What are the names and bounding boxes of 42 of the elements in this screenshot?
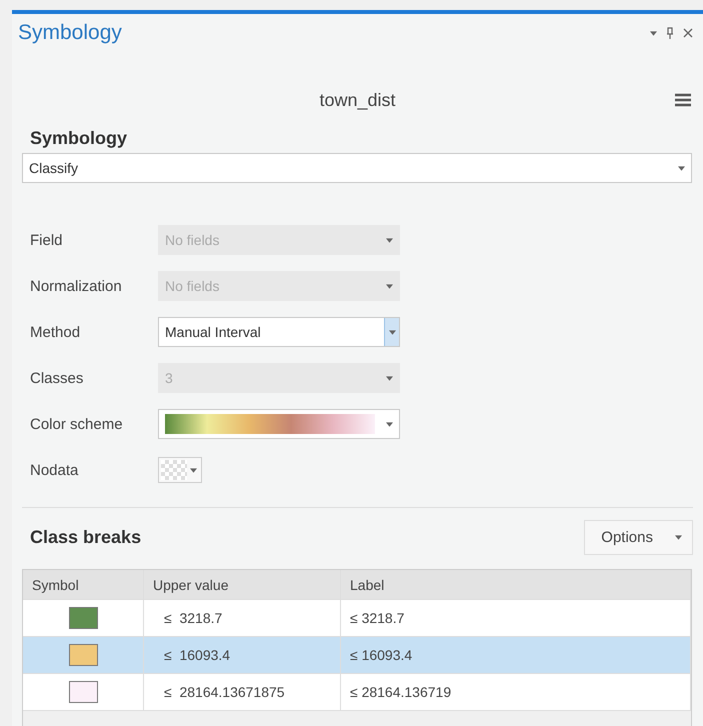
symbol-swatch[interactable] (68, 681, 98, 703)
field-label: Color scheme (29, 416, 124, 432)
caret-icon (384, 318, 399, 346)
table-row[interactable]: ≤ 3218.7 ≤ 3218.7 (23, 600, 691, 637)
section-heading: Class breaks (30, 527, 142, 548)
field-label: Nodata (29, 462, 80, 478)
table-cell: ≤ 3218.7 (144, 600, 341, 636)
layer-name: town_dist (319, 90, 396, 110)
menu-caret-icon[interactable] (650, 30, 657, 36)
table-cell: ≤ 28164.13671875 (144, 674, 341, 710)
section-heading: Symbology (30, 128, 128, 149)
caret-icon (678, 166, 685, 170)
options-button[interactable]: Options (584, 520, 693, 555)
pin-icon[interactable] (666, 27, 674, 39)
caret-icon (675, 535, 682, 540)
table-row[interactable]: ≤ 28164.13671875 ≤ 28164.136719 (23, 674, 691, 711)
field-label: Field (29, 232, 64, 248)
pane-title: Symbology (18, 21, 122, 45)
dropdown[interactable]: Manual Interval (158, 317, 400, 347)
symbol-swatch[interactable] (68, 644, 98, 666)
menu-icon[interactable] (675, 93, 691, 107)
field-label: Method (29, 324, 82, 340)
table-cell: ≤ 16093.4 (144, 637, 341, 673)
symbology-dropdown[interactable]: Classify (22, 153, 692, 183)
caret-icon (386, 238, 393, 242)
column-header[interactable]: Symbol (23, 570, 144, 599)
caret-icon (386, 422, 393, 426)
caret-icon (386, 284, 393, 288)
caret-icon (386, 376, 393, 380)
caret-icon (190, 468, 197, 472)
column-header[interactable]: Label (341, 570, 691, 599)
field-label: Classes (29, 370, 84, 386)
checker-icon (161, 460, 187, 480)
table-cell: ≤ 16093.4 (341, 637, 691, 673)
close-icon[interactable] (683, 28, 693, 38)
symbol-swatch[interactable] (68, 607, 98, 629)
table-cell: ≤ 28164.136719 (341, 674, 691, 710)
field-label: Normalization (29, 278, 123, 294)
column-header[interactable]: Upper value (144, 570, 341, 599)
table-row[interactable]: ≤ 16093.4 ≤ 16093.4 (23, 637, 691, 674)
color-scheme-dropdown[interactable] (158, 409, 400, 439)
table-cell: ≤ 3218.7 (341, 600, 691, 636)
